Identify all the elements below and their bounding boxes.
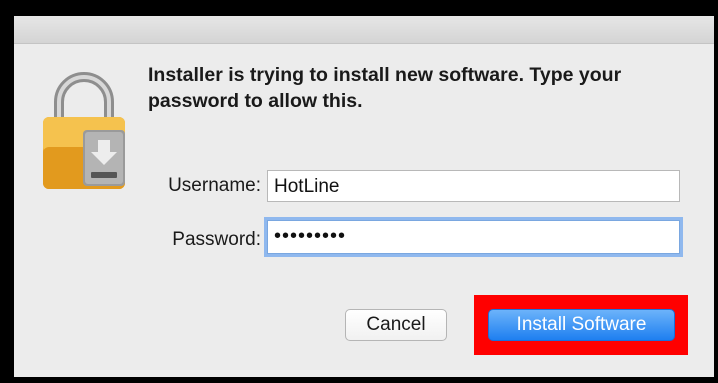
install-software-button[interactable]: Install Software xyxy=(488,309,675,341)
dialog-message: Installer is trying to install new softw… xyxy=(148,64,622,112)
password-field[interactable]: ••••••••• xyxy=(267,220,680,254)
username-field[interactable]: HotLine xyxy=(267,170,680,202)
screen-frame: Installer is trying to install new softw… xyxy=(0,0,718,383)
dialog-titlebar[interactable] xyxy=(14,16,714,44)
username-label: Username: xyxy=(168,175,261,196)
download-arrow-icon xyxy=(83,130,125,186)
lock-icon xyxy=(43,72,125,189)
cancel-button[interactable]: Cancel xyxy=(345,309,447,341)
password-label: Password: xyxy=(172,229,261,250)
